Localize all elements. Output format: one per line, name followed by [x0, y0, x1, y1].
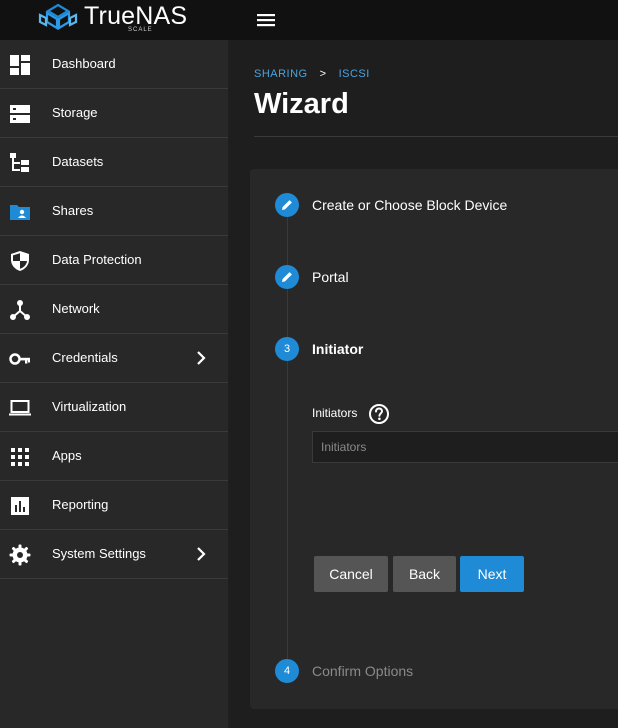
- step-connector: [287, 289, 288, 337]
- chevron-right-icon: [197, 547, 206, 561]
- sidebar-item-label: Storage: [52, 105, 98, 120]
- sidebar-item-dashboard[interactable]: Dashboard: [0, 40, 228, 89]
- sidebar-item-network[interactable]: Network: [0, 285, 228, 334]
- wizard-card: Create or Choose Block Device Portal 3 I…: [250, 169, 618, 709]
- sidebar-item-label: Data Protection: [52, 252, 142, 267]
- page-title: Wizard: [254, 88, 349, 120]
- title-divider: [254, 136, 618, 137]
- breadcrumb-iscsi[interactable]: ISCSI: [339, 68, 370, 80]
- sidebar-item-apps[interactable]: Apps: [0, 432, 228, 481]
- step-3-label[interactable]: Initiator: [312, 341, 363, 357]
- step-connector: [287, 361, 288, 659]
- sidebar-item-label: Credentials: [52, 350, 118, 365]
- truenas-logo-icon: [38, 3, 78, 30]
- cancel-button[interactable]: Cancel: [314, 556, 388, 592]
- top-bar: TrueNAS SCALE: [0, 0, 618, 40]
- sidebar-item-label: Datasets: [52, 154, 104, 169]
- breadcrumb-sharing[interactable]: SHARING: [254, 68, 308, 80]
- sidebar-item-data-protection[interactable]: Data Protection: [0, 236, 228, 285]
- sidebar-item-credentials[interactable]: Credentials: [0, 334, 228, 383]
- sidebar-item-label: Reporting: [52, 497, 109, 512]
- shield-icon: [11, 251, 29, 271]
- datasets-icon: [10, 153, 29, 172]
- truenas-logo[interactable]: TrueNAS SCALE: [38, 2, 188, 34]
- sidebar-item-datasets[interactable]: Datasets: [0, 138, 228, 187]
- sidebar: Dashboard Storage Datasets Shares Data P…: [0, 40, 229, 728]
- step-4-number[interactable]: 4: [275, 659, 299, 683]
- step-2-edit-icon[interactable]: [275, 265, 299, 289]
- sidebar-item-label: Dashboard: [52, 56, 116, 71]
- step-1-label[interactable]: Create or Choose Block Device: [312, 197, 507, 213]
- pencil-icon: [282, 200, 292, 210]
- step-4-label[interactable]: Confirm Options: [312, 663, 413, 679]
- step-1-edit-icon[interactable]: [275, 193, 299, 217]
- reporting-chart-icon: [11, 497, 29, 515]
- dashboard-icon: [10, 55, 30, 75]
- sidebar-item-label: System Settings: [52, 546, 146, 561]
- step-3-number[interactable]: 3: [275, 337, 299, 361]
- initiators-label: Initiators: [312, 406, 358, 420]
- sidebar-item-label: Shares: [52, 203, 94, 218]
- main-content: SHARING > ISCSI Wizard Create or Choose Bl…: [230, 40, 618, 728]
- logo-wordmark: TrueNAS: [84, 2, 188, 30]
- step-2-label[interactable]: Portal: [312, 269, 349, 285]
- key-icon: [9, 353, 30, 365]
- sidebar-item-reporting[interactable]: Reporting: [0, 481, 228, 530]
- step-connector: [287, 217, 288, 265]
- network-icon: [10, 300, 30, 320]
- sidebar-item-label: Apps: [52, 448, 82, 463]
- shares-folder-icon: [10, 205, 30, 220]
- chevron-right-icon: [197, 351, 206, 365]
- breadcrumb-separator: >: [319, 68, 327, 80]
- storage-icon: [10, 105, 30, 123]
- sidebar-item-shares[interactable]: Shares: [0, 187, 228, 236]
- gear-icon: [9, 544, 31, 566]
- initiators-input[interactable]: [312, 431, 618, 463]
- pencil-icon: [282, 272, 292, 282]
- hamburger-menu-icon[interactable]: [255, 9, 277, 31]
- breadcrumb: SHARING > ISCSI: [254, 68, 370, 80]
- sidebar-item-storage[interactable]: Storage: [0, 89, 228, 138]
- laptop-icon: [9, 400, 31, 416]
- apps-grid-icon: [11, 448, 29, 466]
- sidebar-item-system-settings[interactable]: System Settings: [0, 530, 228, 579]
- sidebar-item-label: Network: [52, 301, 100, 316]
- sidebar-item-label: Virtualization: [52, 399, 127, 414]
- sidebar-item-virtualization[interactable]: Virtualization: [0, 383, 228, 432]
- help-icon[interactable]: [368, 403, 390, 425]
- logo-edition: SCALE: [128, 27, 153, 33]
- back-button[interactable]: Back: [393, 556, 456, 592]
- next-button[interactable]: Next: [460, 556, 524, 592]
